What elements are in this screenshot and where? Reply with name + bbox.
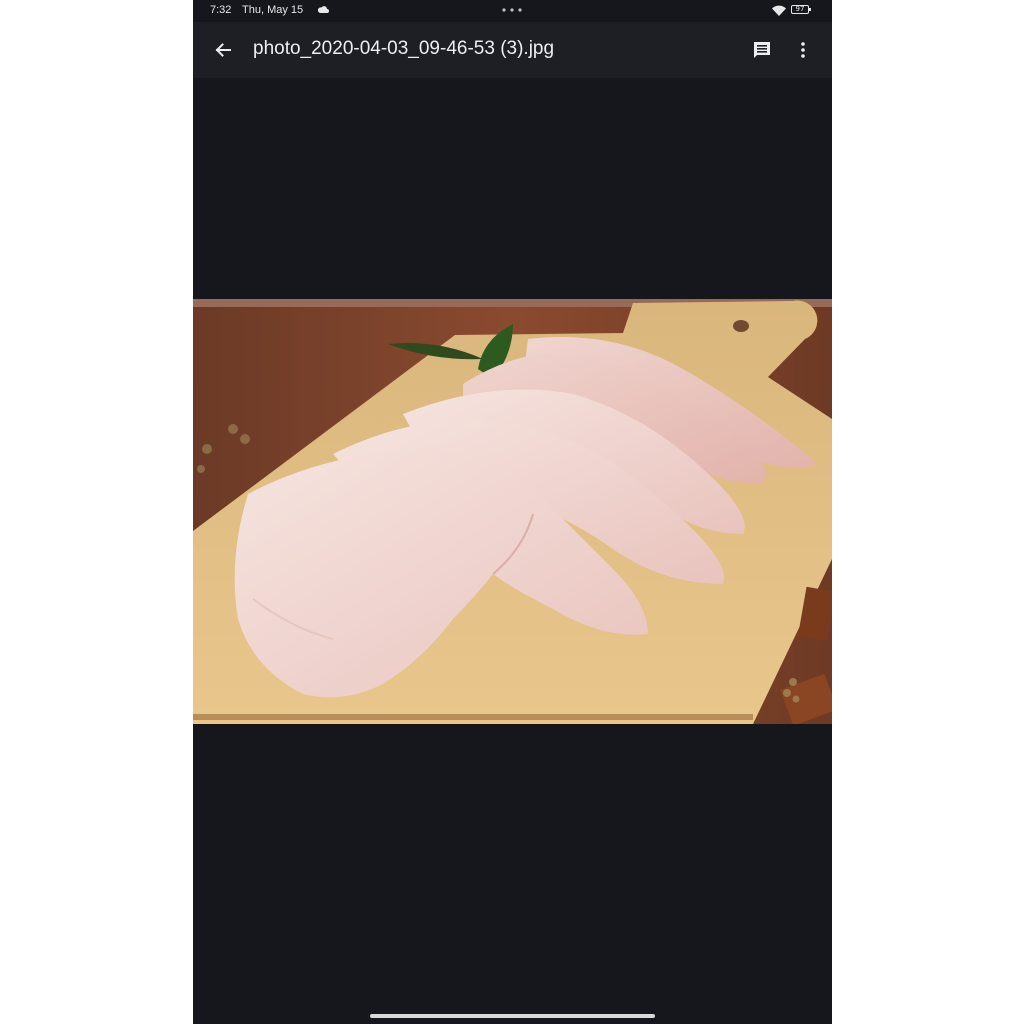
home-indicator[interactable] (370, 1014, 655, 1018)
file-title: photo_2020-04-03_09-46-53 (3).jpg (253, 38, 555, 59)
cloud-icon (317, 6, 329, 13)
image-viewer[interactable] (193, 78, 832, 1024)
back-button[interactable] (209, 36, 237, 64)
battery-tip (809, 8, 811, 11)
more-options-button[interactable] (791, 36, 815, 64)
arrow-back-icon (215, 43, 231, 57)
status-bar: 7:32 Thu, May 15 97 (193, 0, 832, 22)
three-dots-icon (502, 8, 522, 12)
status-time: 7:32 (210, 4, 232, 16)
wifi-icon (772, 5, 786, 16)
more-vertical-icon (801, 42, 805, 58)
comment-icon (754, 42, 770, 58)
battery-indicator: 97 (791, 5, 812, 16)
status-date: Thu, May 15 (242, 4, 304, 16)
battery-level: 97 (791, 5, 809, 14)
screen: 7:32 Thu, May 15 97 photo_2020-04-03_09-… (193, 0, 832, 1024)
comment-button[interactable] (748, 36, 776, 64)
photo-chicken-wings[interactable] (193, 299, 832, 724)
app-bar: photo_2020-04-03_09-46-53 (3).jpg (193, 22, 832, 78)
